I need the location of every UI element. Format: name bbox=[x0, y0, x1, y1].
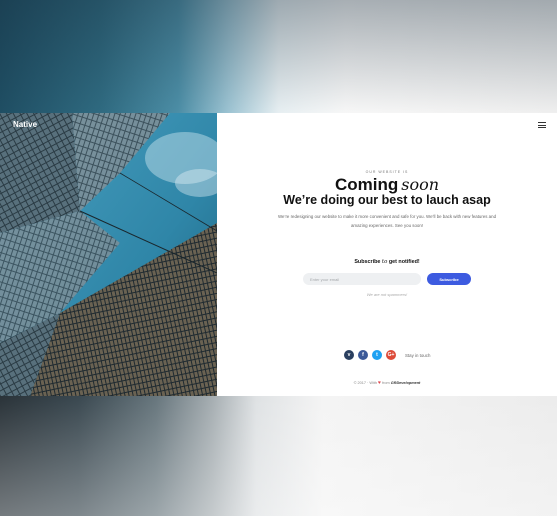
subscribe-button[interactable]: Subscribe bbox=[427, 273, 471, 285]
eyebrow-text: Our website is bbox=[365, 170, 409, 174]
subscribe-title-script: to bbox=[381, 259, 388, 265]
title-script: soon bbox=[401, 175, 440, 194]
blurred-background-bottom bbox=[0, 396, 557, 516]
email-input[interactable] bbox=[303, 273, 421, 285]
brand-logo[interactable]: Native bbox=[13, 120, 37, 129]
subscribe-title-pre: Subscribe bbox=[354, 259, 381, 265]
footer-from: from bbox=[382, 381, 390, 385]
hero-photo: Native bbox=[0, 113, 217, 396]
google-plus-icon[interactable]: G+ bbox=[386, 350, 396, 360]
vimeo-icon[interactable]: v bbox=[344, 350, 354, 360]
description: We’re redesigning our website to make it… bbox=[277, 214, 497, 228]
footer: © 2017 · With ♥ from GRDevelopment bbox=[217, 380, 557, 386]
twitter-icon[interactable]: t bbox=[372, 350, 382, 360]
heart-icon: ♥ bbox=[378, 380, 382, 386]
author-link[interactable]: GRDevelopment bbox=[391, 381, 421, 385]
blurred-background-top bbox=[0, 0, 557, 113]
spam-note: We are not spammers! bbox=[366, 292, 408, 297]
page-title: Coming soon bbox=[217, 175, 557, 195]
subscribe-title-post: get notified! bbox=[388, 259, 420, 265]
social-links: v f t G+ Stay in touch bbox=[344, 350, 430, 360]
stay-in-touch-label: Stay in touch bbox=[405, 352, 431, 358]
title-main: Coming bbox=[334, 175, 399, 194]
subscribe-heading: Subscribe to get notified! bbox=[217, 259, 557, 265]
page-subtitle: We’re doing our best to lauch asap bbox=[283, 193, 491, 207]
content-pane: Our website is Coming soon We’re doing ou… bbox=[217, 113, 557, 396]
skyscraper-image bbox=[0, 113, 217, 396]
facebook-icon[interactable]: f bbox=[358, 350, 368, 360]
landing-card: Native Our website is Coming soon We’re d… bbox=[0, 113, 557, 396]
menu-icon[interactable] bbox=[538, 122, 546, 128]
copyright: © 2017 · With bbox=[353, 381, 377, 385]
